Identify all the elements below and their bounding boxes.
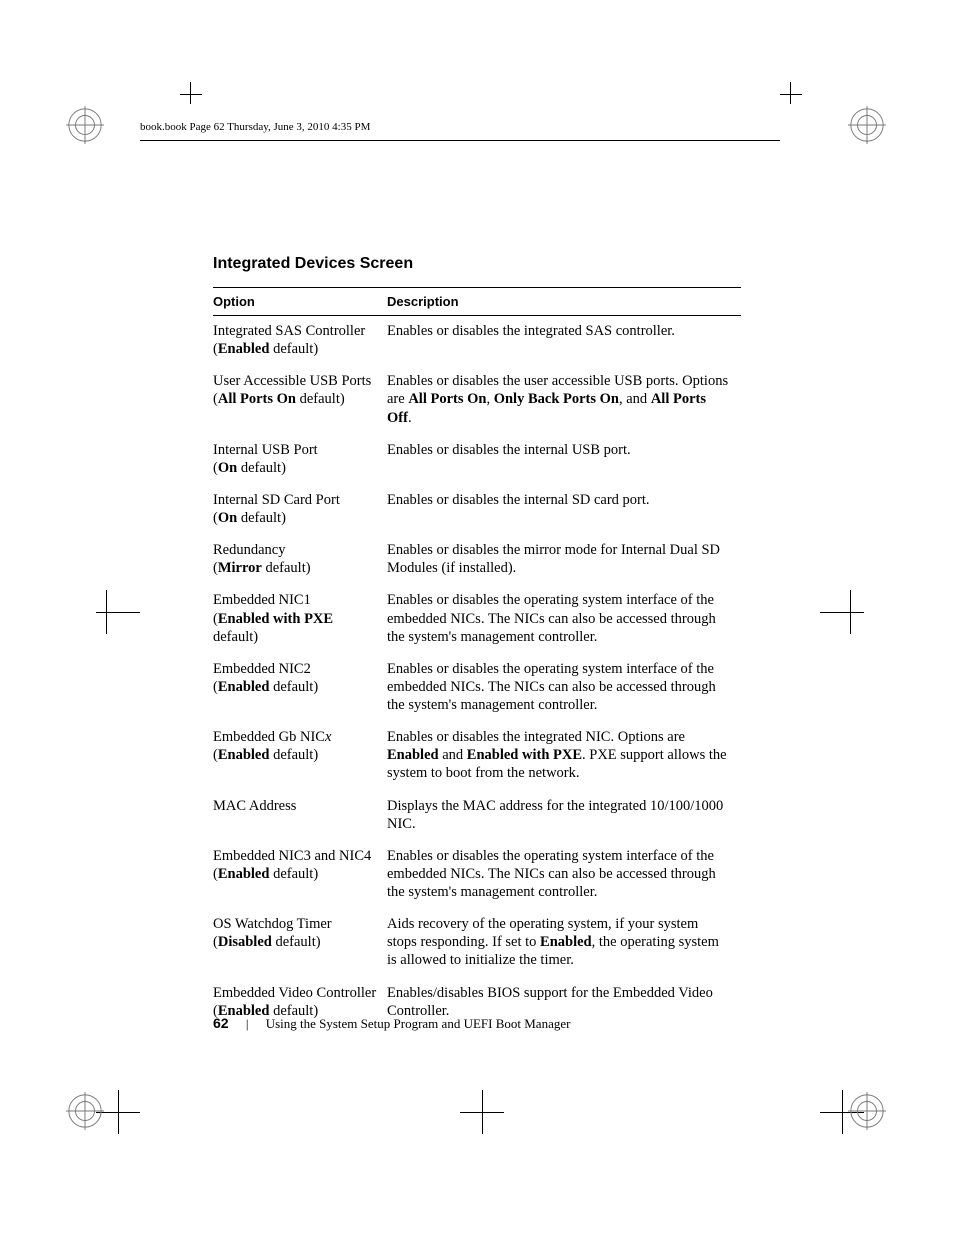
crop-mark-icon — [96, 590, 156, 650]
table-row: User Accessible USB Ports(All Ports On d… — [213, 366, 741, 434]
table-row: Redundancy(Mirror default)Enables or dis… — [213, 535, 741, 585]
option-cell: Embedded NIC3 and NIC4(Enabled default) — [213, 841, 387, 909]
option-cell: Embedded NIC1(Enabled with PXE default) — [213, 585, 387, 653]
description-cell: Enables or disables the user accessible … — [387, 366, 741, 434]
registration-mark-icon — [848, 106, 886, 144]
registration-mark-icon — [848, 1092, 886, 1130]
page-content: Integrated Devices Screen Option Descrip… — [213, 255, 741, 1028]
description-cell: Enables or disables the integrated NIC. … — [387, 722, 741, 790]
description-cell: Enables or disables the internal SD card… — [387, 485, 741, 535]
table-row: Integrated SAS Controller(Enabled defaul… — [213, 316, 741, 367]
description-cell: Enables or disables the mirror mode for … — [387, 535, 741, 585]
footer-separator: | — [246, 1016, 249, 1031]
option-cell: Internal SD Card Port(On default) — [213, 485, 387, 535]
option-cell: User Accessible USB Ports(All Ports On d… — [213, 366, 387, 434]
table-row: Internal SD Card Port(On default)Enables… — [213, 485, 741, 535]
option-cell: MAC Address — [213, 791, 387, 841]
registration-mark-icon — [66, 106, 104, 144]
table-row: Embedded NIC3 and NIC4(Enabled default)E… — [213, 841, 741, 909]
table-row: OS Watchdog Timer(Disabled default)Aids … — [213, 909, 741, 977]
table-header-row: Option Description — [213, 288, 741, 316]
description-cell: Displays the MAC address for the integra… — [387, 791, 741, 841]
col-option: Option — [213, 288, 387, 316]
page-footer: 62 | Using the System Setup Program and … — [213, 1015, 741, 1032]
table-row: Embedded Gb NICx(Enabled default)Enables… — [213, 722, 741, 790]
option-cell: Redundancy(Mirror default) — [213, 535, 387, 585]
option-cell: OS Watchdog Timer(Disabled default) — [213, 909, 387, 977]
table-row: Embedded NIC2(Enabled default)Enables or… — [213, 654, 741, 722]
col-description: Description — [387, 288, 741, 316]
table-row: Embedded NIC1(Enabled with PXE default)E… — [213, 585, 741, 653]
option-cell: Internal USB Port(On default) — [213, 435, 387, 485]
crop-mark-icon — [780, 82, 840, 142]
option-cell: Integrated SAS Controller(Enabled defaul… — [213, 316, 387, 367]
description-cell: Enables or disables the internal USB por… — [387, 435, 741, 485]
description-cell: Enables or disables the operating system… — [387, 841, 741, 909]
crop-mark-icon — [460, 1090, 520, 1150]
description-cell: Aids recovery of the operating system, i… — [387, 909, 741, 977]
table-row: MAC AddressDisplays the MAC address for … — [213, 791, 741, 841]
options-table: Option Description Integrated SAS Contro… — [213, 287, 741, 1028]
table-row: Internal USB Port(On default)Enables or … — [213, 435, 741, 485]
crop-mark-icon — [96, 1090, 156, 1150]
option-cell: Embedded NIC2(Enabled default) — [213, 654, 387, 722]
registration-mark-icon — [66, 1092, 104, 1130]
section-heading: Integrated Devices Screen — [213, 255, 741, 273]
description-cell: Enables or disables the operating system… — [387, 585, 741, 653]
crop-mark-icon — [820, 590, 880, 650]
footer-section: Using the System Setup Program and UEFI … — [266, 1016, 571, 1031]
crop-mark-icon — [180, 82, 240, 142]
page-number: 62 — [213, 1015, 229, 1031]
option-cell: Embedded Gb NICx(Enabled default) — [213, 722, 387, 790]
description-cell: Enables or disables the operating system… — [387, 654, 741, 722]
running-header: book.book Page 62 Thursday, June 3, 2010… — [140, 121, 370, 133]
description-cell: Enables or disables the integrated SAS c… — [387, 316, 741, 367]
